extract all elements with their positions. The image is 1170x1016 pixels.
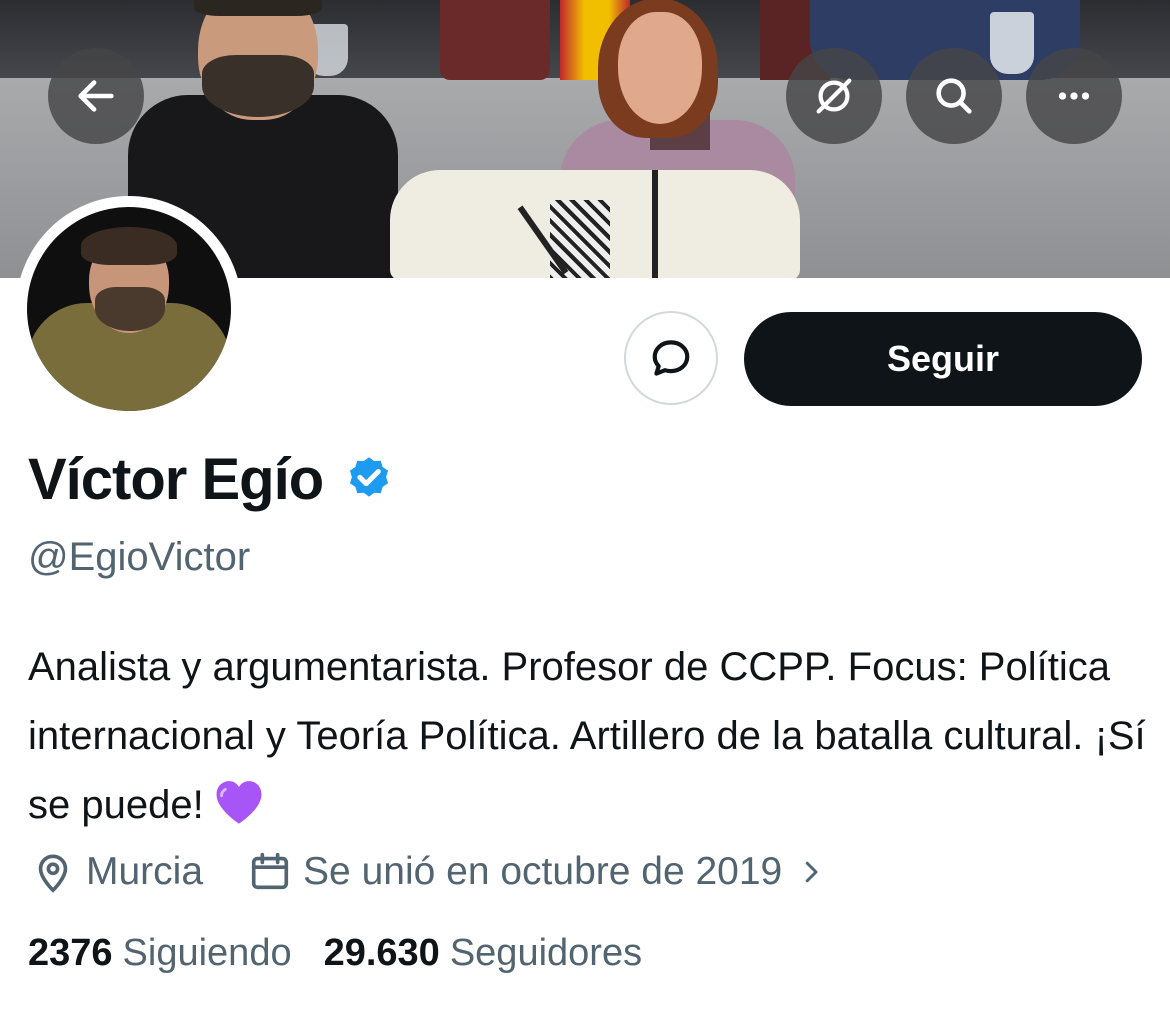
banner-glass bbox=[990, 12, 1034, 74]
profile-meta: Murcia Se unió en octubre de 2019 bbox=[30, 844, 826, 900]
banner-mic bbox=[652, 170, 658, 278]
joined-text: Se unió en octubre de 2019 bbox=[303, 850, 783, 893]
calendar-icon bbox=[251, 852, 289, 890]
following-count: 2376 bbox=[28, 932, 113, 974]
search-icon bbox=[936, 78, 972, 114]
translate-off-icon bbox=[816, 78, 852, 114]
follow-button[interactable]: Seguir bbox=[744, 312, 1142, 406]
followers-label: Seguidores bbox=[449, 932, 643, 974]
bio-text: Analista y argumentarista. Profesor de C… bbox=[28, 645, 1146, 827]
banner-chair bbox=[440, 0, 550, 80]
followers-link[interactable]: 29.630 Seguidores bbox=[324, 932, 642, 975]
more-button[interactable] bbox=[1026, 48, 1122, 144]
avatar[interactable] bbox=[27, 207, 231, 411]
user-handle: @EgioVictor bbox=[28, 535, 251, 579]
banner-bundle bbox=[390, 170, 800, 278]
search-button[interactable] bbox=[906, 48, 1002, 144]
arrow-left-icon bbox=[78, 80, 114, 112]
follow-stats: 2376 Siguiendo 29.630 Seguidores bbox=[28, 932, 642, 975]
joined-date[interactable]: Se unió en octubre de 2019 bbox=[247, 849, 826, 895]
location: Murcia bbox=[30, 849, 203, 895]
location-text: Murcia bbox=[86, 850, 204, 893]
followers-count: 29.630 bbox=[323, 932, 440, 974]
bio: Analista y argumentarista. Profesor de C… bbox=[28, 633, 1148, 840]
message-button[interactable] bbox=[624, 311, 718, 405]
following-label: Siguiendo bbox=[122, 932, 292, 974]
translate-toggle-button[interactable] bbox=[786, 48, 882, 144]
following-link[interactable]: 2376 Siguiendo bbox=[28, 932, 292, 975]
more-icon bbox=[1058, 92, 1090, 100]
chevron-right-icon bbox=[806, 861, 818, 883]
verified-badge-icon[interactable] bbox=[343, 454, 395, 506]
location-pin-icon bbox=[38, 854, 68, 893]
message-bubble-icon bbox=[652, 340, 690, 376]
display-name: Víctor Egío bbox=[28, 447, 324, 512]
purple-heart-icon bbox=[216, 781, 262, 824]
name-row: Víctor Egío bbox=[28, 446, 395, 513]
back-button[interactable] bbox=[48, 48, 144, 144]
